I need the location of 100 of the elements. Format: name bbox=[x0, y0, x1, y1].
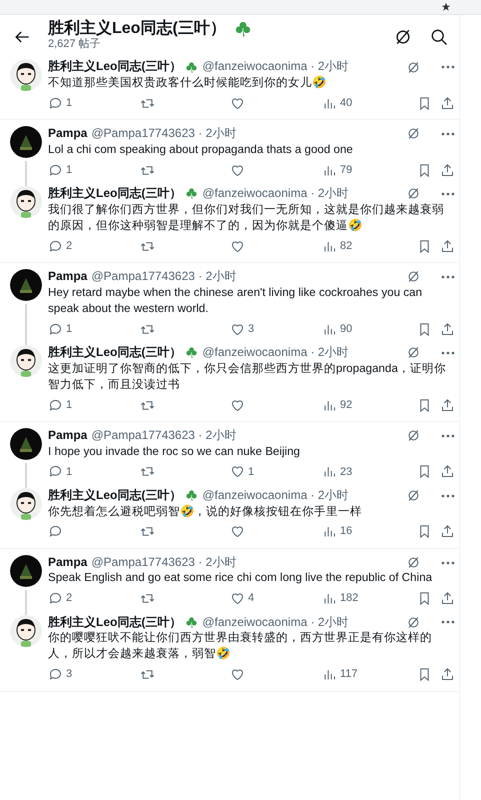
views-button[interactable]: 82 bbox=[322, 238, 417, 254]
grok-button[interactable] bbox=[406, 614, 421, 630]
post-text: 你的嘤嘤狂吠不能让你们西方世界由衰转盛的，西方世界正是有你这样的人，所以才会越来越衰落，弱智🤣 bbox=[48, 630, 433, 662]
reply-button[interactable]: 1 bbox=[48, 320, 140, 338]
heart-icon bbox=[230, 162, 245, 178]
heart-icon bbox=[230, 591, 245, 606]
grok-button[interactable] bbox=[406, 126, 421, 142]
slashed-circle-icon bbox=[406, 186, 421, 202]
post-text: Hey retard maybe when the chinese aren't living like cockroahes you can speak about the western world. bbox=[48, 284, 424, 317]
heart-icon bbox=[230, 464, 245, 480]
views-button[interactable]: 23 bbox=[322, 464, 417, 480]
views-button[interactable]: 182 bbox=[322, 590, 417, 607]
share-button[interactable] bbox=[440, 96, 455, 111]
speech-bubble-icon bbox=[48, 162, 63, 178]
bar-chart-icon bbox=[322, 524, 337, 540]
post-text: Speak English and go eat some rice chi com long live the republic of China bbox=[48, 570, 434, 586]
author-handle-time: @fanzeiwocaonima · 2小时 bbox=[202, 345, 350, 361]
share-button[interactable] bbox=[440, 162, 455, 178]
reply-button[interactable]: 1 bbox=[48, 94, 140, 112]
share-button[interactable] bbox=[440, 524, 455, 540]
slashed-circle-icon bbox=[406, 345, 421, 360]
views-button[interactable]: 90 bbox=[322, 320, 417, 338]
speech-bubble-icon bbox=[48, 322, 63, 337]
slashed-circle-icon bbox=[406, 488, 421, 504]
views-button[interactable]: 117 bbox=[322, 666, 417, 683]
views-button[interactable]: 40 bbox=[322, 94, 417, 112]
bar-chart-icon bbox=[322, 464, 337, 480]
avatar[interactable] bbox=[10, 554, 42, 587]
grok-button[interactable] bbox=[406, 555, 421, 570]
share-icon bbox=[440, 667, 455, 682]
reply-button[interactable]: 3 bbox=[48, 666, 140, 683]
share-button[interactable] bbox=[440, 398, 455, 413]
reply-button[interactable]: 2 bbox=[48, 590, 140, 607]
more-icon bbox=[441, 132, 455, 136]
speech-bubble-icon bbox=[48, 464, 63, 480]
avatar[interactable] bbox=[10, 269, 42, 302]
views-button[interactable]: 16 bbox=[322, 523, 417, 540]
avatar[interactable] bbox=[10, 59, 42, 92]
more-button[interactable] bbox=[441, 274, 455, 279]
like-button[interactable]: 3 bbox=[230, 320, 322, 338]
reply-button[interactable]: 2 bbox=[48, 238, 140, 254]
share-button[interactable] bbox=[440, 322, 455, 337]
more-button[interactable] bbox=[441, 65, 455, 70]
share-button[interactable] bbox=[440, 238, 455, 254]
avatar[interactable] bbox=[10, 186, 42, 218]
avatar[interactable] bbox=[10, 428, 42, 460]
reply-button[interactable]: 1 bbox=[48, 464, 140, 480]
like-button[interactable]: 4 bbox=[230, 590, 322, 607]
avatar[interactable] bbox=[10, 488, 42, 520]
slashed-circle-icon bbox=[406, 428, 421, 444]
star-icon[interactable] bbox=[441, 2, 451, 12]
views-button[interactable]: 79 bbox=[322, 162, 417, 178]
share-button[interactable] bbox=[440, 464, 455, 480]
more-button[interactable] bbox=[441, 620, 455, 624]
share-icon bbox=[440, 524, 455, 540]
profile-name: 胜利主义Leo同志(三叶） bbox=[48, 19, 226, 38]
reply-button[interactable]: 1 bbox=[48, 396, 140, 414]
slashed-circle-icon bbox=[406, 60, 421, 75]
grok-button[interactable] bbox=[406, 60, 421, 75]
grok-button[interactable] bbox=[406, 345, 421, 360]
grok-button[interactable] bbox=[406, 428, 421, 444]
more-button[interactable] bbox=[441, 434, 455, 438]
more-button[interactable] bbox=[441, 132, 455, 136]
author-handle-time: @fanzeiwocaonima · 2小时 bbox=[202, 186, 350, 202]
author-name: Pampa bbox=[48, 428, 88, 444]
avatar[interactable] bbox=[10, 614, 42, 647]
search-button[interactable] bbox=[429, 27, 449, 47]
avatar[interactable] bbox=[10, 126, 42, 158]
heart-icon bbox=[230, 398, 245, 413]
share-button[interactable] bbox=[440, 591, 455, 606]
grok-button[interactable] bbox=[406, 269, 421, 284]
more-button[interactable] bbox=[441, 192, 455, 196]
author-name: 胜利主义Leo同志(三叶） bbox=[48, 614, 182, 630]
share-button[interactable] bbox=[440, 667, 455, 682]
speech-bubble-icon bbox=[48, 667, 63, 682]
views-button[interactable]: 92 bbox=[322, 396, 417, 414]
slashed-circle-icon bbox=[406, 555, 421, 570]
author-name: 胜利主义Leo同志(三叶） bbox=[48, 345, 182, 361]
more-icon bbox=[441, 560, 455, 565]
bar-chart-icon bbox=[322, 667, 337, 682]
author-handle-time: @Pampa17743623 · 2小时 bbox=[91, 126, 238, 142]
grok-button[interactable] bbox=[406, 186, 421, 202]
more-button[interactable] bbox=[441, 560, 455, 565]
more-button[interactable] bbox=[441, 494, 455, 498]
speech-bubble-icon bbox=[48, 591, 63, 606]
author-name: 胜利主义Leo同志(三叶） bbox=[48, 488, 182, 504]
author-handle-time: @fanzeiwocaonima · 2小时 bbox=[202, 614, 350, 630]
grok-button[interactable] bbox=[406, 488, 421, 504]
slashed-circle-icon bbox=[406, 614, 421, 630]
more-button[interactable] bbox=[441, 350, 455, 355]
heart-icon bbox=[230, 96, 245, 111]
post-text: 我们很了解你们西方世界，但你们对我们一无所知，这就是你们越来越衰弱的原因，但你这种弱智是理解不了的，因为你就是个傻逼🤣 bbox=[48, 202, 445, 234]
avatar[interactable] bbox=[10, 345, 42, 378]
author-handle-time: @Pampa17743623 · 2小时 bbox=[91, 269, 238, 285]
reply-button[interactable]: 1 bbox=[48, 162, 140, 178]
more-icon bbox=[441, 65, 455, 70]
like-button[interactable]: 1 bbox=[230, 464, 322, 480]
author-handle-time: @fanzeiwocaonima · 2小时 bbox=[202, 59, 350, 75]
thread-line bbox=[25, 161, 27, 186]
thread-line bbox=[25, 463, 27, 488]
